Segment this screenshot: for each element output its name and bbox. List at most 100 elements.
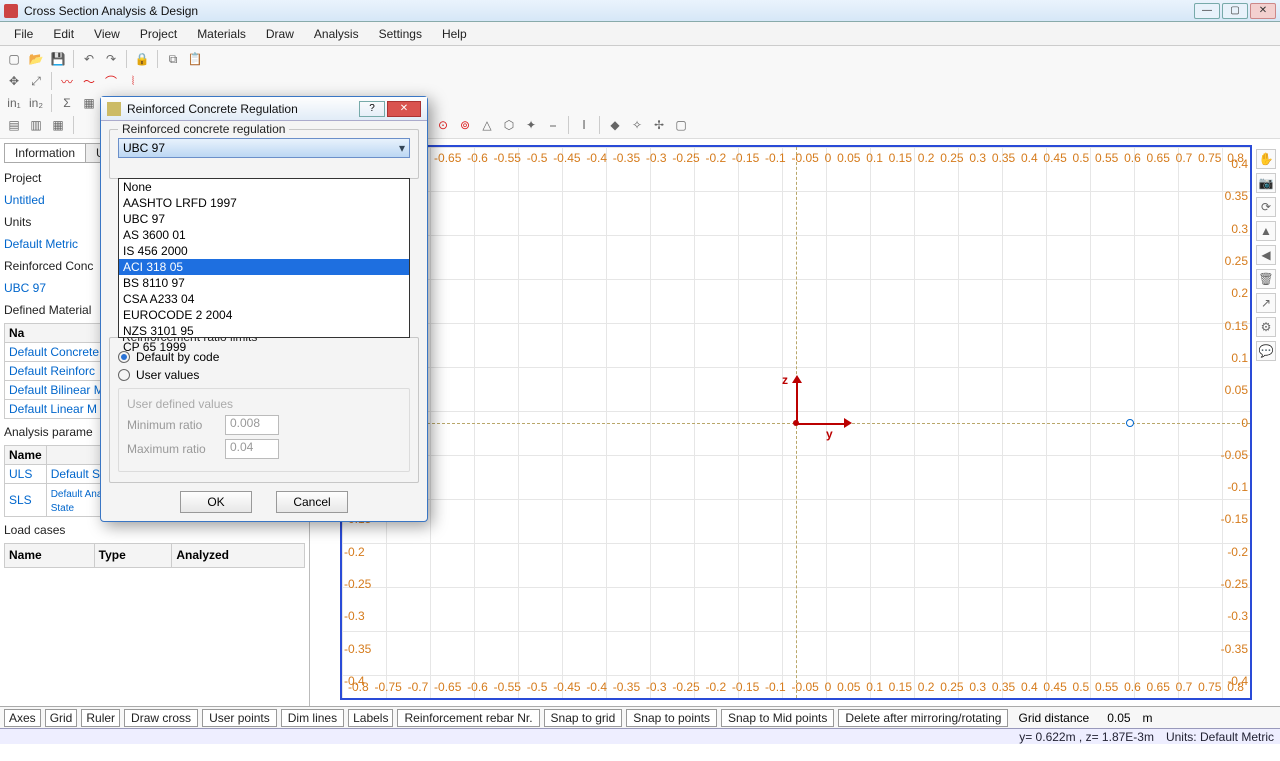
redo-icon[interactable]: ↷: [101, 49, 121, 69]
save-icon[interactable]: 💾: [48, 49, 68, 69]
menu-file[interactable]: File: [6, 25, 41, 43]
regulation-dropdown[interactable]: NoneAASHTO LRFD 1997UBC 97AS 3600 01IS 4…: [118, 178, 410, 338]
lock-icon[interactable]: 🔒: [132, 49, 152, 69]
material-row[interactable]: Default Bilinear M: [9, 383, 104, 397]
poly3-icon[interactable]: ✦: [521, 115, 541, 135]
menu-view[interactable]: View: [86, 25, 128, 43]
square-icon[interactable]: ▢: [671, 115, 691, 135]
regulation-option[interactable]: None: [119, 179, 409, 195]
maximize-button[interactable]: ▢: [1222, 3, 1248, 19]
menu-analysis[interactable]: Analysis: [306, 25, 367, 43]
doc2-icon[interactable]: ▥: [26, 115, 46, 135]
minimize-button[interactable]: —: [1194, 3, 1220, 19]
new-icon[interactable]: ▢: [4, 49, 24, 69]
graph-icon[interactable]: ⎯: [543, 115, 563, 135]
menu-project[interactable]: Project: [132, 25, 185, 43]
regulation-option[interactable]: CP 65 1999: [119, 339, 409, 355]
menu-edit[interactable]: Edit: [45, 25, 82, 43]
move-icon[interactable]: ✥: [4, 71, 24, 91]
doc3-icon[interactable]: ▦: [48, 115, 68, 135]
regulation-combo[interactable]: UBC 97 ▾: [118, 138, 410, 158]
in2-icon[interactable]: in₂: [26, 93, 46, 113]
undo-icon[interactable]: ↶: [79, 49, 99, 69]
menu-draw[interactable]: Draw: [258, 25, 302, 43]
regulation-option[interactable]: IS 456 2000: [119, 243, 409, 259]
curve4-icon[interactable]: ⦚: [123, 71, 143, 91]
trash-icon[interactable]: 🗑: [1256, 269, 1276, 289]
regulation-option[interactable]: AS 3600 01: [119, 227, 409, 243]
material-row[interactable]: Default Reinforc: [9, 364, 95, 378]
min-ratio-input[interactable]: 0.008: [225, 415, 279, 435]
expand-icon[interactable]: ⤢: [26, 71, 46, 91]
regulation-option[interactable]: ACI 318 05: [119, 259, 409, 275]
cross-icon[interactable]: ✢: [649, 115, 669, 135]
toggle-snappoints[interactable]: Snap to points: [626, 709, 717, 727]
dialog-help-button[interactable]: ?: [359, 101, 385, 117]
toggle-deleteafter[interactable]: Delete after mirroring/rotating: [838, 709, 1008, 727]
toggle-labels[interactable]: Labels: [348, 709, 393, 727]
camera-icon[interactable]: 📷: [1256, 173, 1276, 193]
regulation-option[interactable]: EUROCODE 2 2004: [119, 307, 409, 323]
tool5-icon[interactable]: ▦: [79, 93, 99, 113]
menu-materials[interactable]: Materials: [189, 25, 254, 43]
sigma-icon[interactable]: Σ: [57, 93, 77, 113]
menu-settings[interactable]: Settings: [371, 25, 430, 43]
curve1-icon[interactable]: 〰: [57, 71, 77, 91]
circle3-icon[interactable]: ⊚: [455, 115, 475, 135]
toggle-snapmid[interactable]: Snap to Mid points: [721, 709, 834, 727]
pan-icon[interactable]: ✋: [1256, 149, 1276, 169]
dialog-close-button[interactable]: ✕: [387, 101, 421, 117]
mirror-icon[interactable]: ▲: [1256, 221, 1276, 241]
toggle-drawcross[interactable]: Draw cross: [124, 709, 198, 727]
ok-button[interactable]: OK: [180, 491, 252, 513]
analysis-row-name[interactable]: SLS: [9, 493, 32, 507]
canvas-area[interactable]: y z -0.8-0.75-0.7-0.65-0.6-0.55-0.5-0.45…: [310, 139, 1280, 706]
zoomsel-icon[interactable]: ↗: [1256, 293, 1276, 313]
cursor-marker: [1126, 419, 1134, 427]
toggle-snapgrid[interactable]: Snap to grid: [544, 709, 623, 727]
circle2-icon[interactable]: ⊙: [433, 115, 453, 135]
radio-user-values[interactable]: [118, 369, 130, 381]
poly1-icon[interactable]: △: [477, 115, 497, 135]
toggle-dimlines[interactable]: Dim lines: [281, 709, 344, 727]
drawing-canvas[interactable]: y z -0.8-0.75-0.7-0.65-0.6-0.55-0.5-0.45…: [340, 145, 1252, 700]
curve3-icon[interactable]: ⌒: [101, 71, 121, 91]
settings2-icon[interactable]: ⚙: [1256, 317, 1276, 337]
tab-information[interactable]: Information: [4, 143, 86, 162]
material-row[interactable]: Default Linear M: [9, 402, 97, 416]
status-bar: y= 0.622m , z= 1.87E-3m Units: Default M…: [0, 728, 1280, 744]
text-icon[interactable]: Ⅰ: [574, 115, 594, 135]
toggle-grid[interactable]: Grid: [45, 709, 78, 727]
in1-icon[interactable]: in₁: [4, 93, 24, 113]
regulation-option[interactable]: UBC 97: [119, 211, 409, 227]
toggle-rebarnr[interactable]: Reinforcement rebar Nr.: [397, 709, 539, 727]
regulation-option[interactable]: CSA A233 04: [119, 291, 409, 307]
poly2-icon[interactable]: ⬡: [499, 115, 519, 135]
analysis-row-name[interactable]: ULS: [9, 467, 32, 481]
paste-icon[interactable]: 📋: [185, 49, 205, 69]
point-icon[interactable]: ◆: [605, 115, 625, 135]
toggle-userpoints[interactable]: User points: [202, 709, 277, 727]
regulation-option[interactable]: BS 8110 97: [119, 275, 409, 291]
toggle-ruler[interactable]: Ruler: [81, 709, 120, 727]
close-button[interactable]: ✕: [1250, 3, 1276, 19]
dialog-titlebar[interactable]: Reinforced Concrete Regulation ? ✕: [101, 97, 427, 121]
max-ratio-input[interactable]: 0.04: [225, 439, 279, 459]
regulation-option[interactable]: NZS 3101 95: [119, 323, 409, 339]
refresh-icon[interactable]: ⟳: [1256, 197, 1276, 217]
grid-distance-value[interactable]: 0.05: [1107, 711, 1130, 725]
regulation-option[interactable]: AASHTO LRFD 1997: [119, 195, 409, 211]
open-icon[interactable]: 📂: [26, 49, 46, 69]
material-row[interactable]: Default Concrete: [9, 345, 99, 359]
comment-icon[interactable]: 💬: [1256, 341, 1276, 361]
flip-icon[interactable]: ◀: [1256, 245, 1276, 265]
cancel-button[interactable]: Cancel: [276, 491, 348, 513]
copy-icon[interactable]: ⧉: [163, 49, 183, 69]
menu-help[interactable]: Help: [434, 25, 475, 43]
ruler-top: -0.8-0.75-0.7-0.65-0.6-0.55-0.5-0.45-0.4…: [342, 151, 1250, 165]
doc1-icon[interactable]: ▤: [4, 115, 24, 135]
toggle-axes[interactable]: Axes: [4, 709, 41, 727]
curve2-icon[interactable]: 〜: [79, 71, 99, 91]
status-coords: y= 0.622m , z= 1.87E-3m: [1019, 730, 1154, 744]
diag-icon[interactable]: ✧: [627, 115, 647, 135]
